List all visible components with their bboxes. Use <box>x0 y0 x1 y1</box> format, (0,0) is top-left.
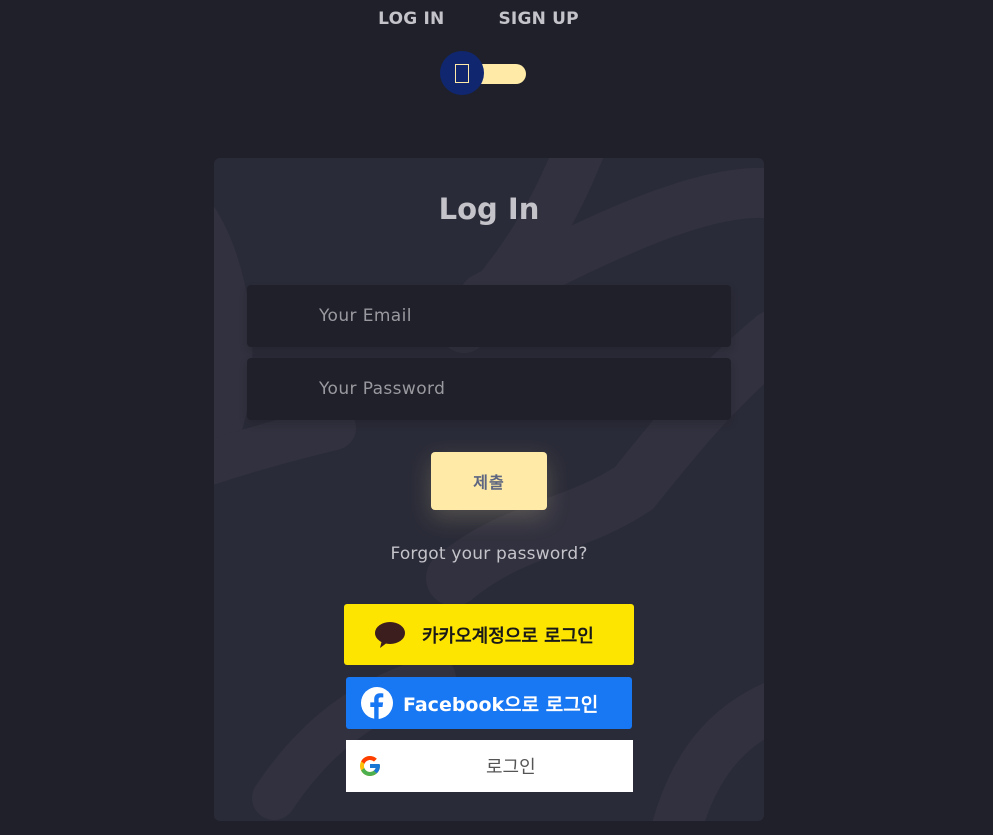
login-card: Log In 제출 Forgot your password? 카카오계정으로 … <box>214 158 764 821</box>
kakao-login-button[interactable]: 카카오계정으로 로그인 <box>344 604 634 665</box>
password-input[interactable] <box>247 358 731 420</box>
kakao-login-label: 카카오계정으로 로그인 <box>422 625 594 647</box>
card-title: Log In <box>438 192 540 226</box>
auth-tabs: LOG IN SIGN UP <box>0 8 993 30</box>
missing-glyph-icon <box>455 63 469 83</box>
email-input[interactable] <box>247 285 731 347</box>
google-login-button[interactable]: 로그인 <box>346 740 633 792</box>
submit-button[interactable]: 제출 <box>431 452 547 510</box>
facebook-login-button[interactable]: Facebook으로 로그인 <box>346 677 632 729</box>
tab-signup[interactable]: SIGN UP <box>498 8 578 30</box>
email-field-container <box>247 285 731 347</box>
google-login-label: 로그인 <box>486 757 536 778</box>
google-icon <box>360 756 380 776</box>
speech-bubble-icon <box>375 621 405 648</box>
login-signup-toggle[interactable] <box>440 51 526 95</box>
forgot-password-link[interactable]: Forgot your password? <box>214 544 764 564</box>
tab-login[interactable]: LOG IN <box>378 8 444 30</box>
facebook-login-label: Facebook으로 로그인 <box>403 693 599 716</box>
toggle-knob[interactable] <box>440 51 484 95</box>
facebook-icon <box>361 687 393 719</box>
password-field-container <box>247 358 731 420</box>
